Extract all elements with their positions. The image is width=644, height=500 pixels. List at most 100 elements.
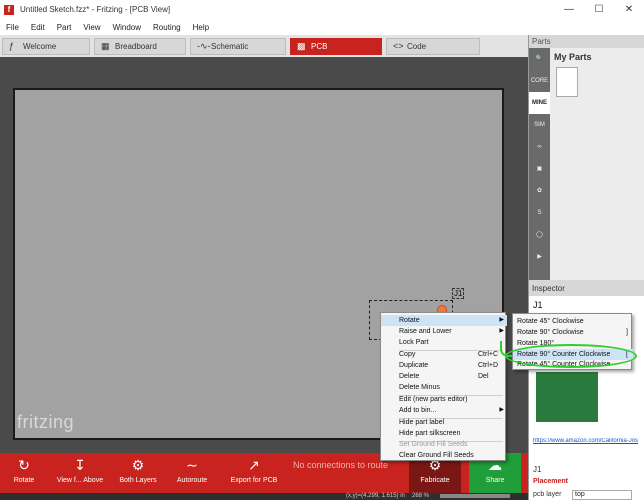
menu-item-delete-minus-label: Delete Minus bbox=[399, 384, 440, 391]
rotate-90-cw-label: Rotate 90° Clockwise bbox=[517, 329, 584, 336]
tab-pcb-label: PCB bbox=[311, 42, 328, 51]
pcb-layer-select[interactable]: top bbox=[572, 490, 632, 500]
maximize-icon[interactable]: ☐ bbox=[584, 0, 614, 19]
menu-item-clear-ground-fill-seeds-label: Clear Ground Fill Seeds bbox=[399, 452, 474, 459]
menu-item-lock-part-label: Lock Part bbox=[399, 339, 429, 346]
fritzing-bin-icon[interactable]: ▣ bbox=[529, 158, 550, 180]
inspector-part-title: J1 bbox=[533, 300, 543, 310]
both-layers-label: Both Layers bbox=[119, 477, 157, 484]
rotate-icon: ↻ bbox=[18, 457, 30, 473]
tab-code[interactable]: <> Code bbox=[386, 38, 480, 55]
export-for-pcb-button[interactable]: ↗ Export for PCB bbox=[224, 453, 284, 493]
part-context-menu: Rotate ▶ Raise and Lower ▶ Lock Part Cop… bbox=[380, 312, 507, 461]
menu-item-copy[interactable]: Copy Ctrl+C bbox=[381, 349, 507, 360]
both-layers-button[interactable]: ⚙ Both Layers bbox=[114, 453, 162, 493]
intel-icon[interactable]: ◯ bbox=[529, 224, 550, 246]
bin-core[interactable]: CORE bbox=[529, 70, 550, 92]
cursor-coordinates: (x,y)=(4.299, 1.615) in bbox=[346, 493, 405, 499]
search-icon[interactable]: 🔍 bbox=[529, 48, 550, 70]
tab-welcome[interactable]: ƒ Welcome bbox=[2, 38, 90, 55]
menu-item-hide-part-label-label: Hide part label bbox=[399, 419, 445, 426]
menu-item-raise-lower-label: Raise and Lower bbox=[399, 328, 452, 335]
view-tab-bar: ƒ Welcome ▦ Breadboard -∿- Schematic ▩ P… bbox=[0, 35, 528, 57]
view-from-above-icon: ↧ bbox=[74, 457, 86, 473]
tab-code-label: Code bbox=[407, 42, 427, 51]
view-from-above-button[interactable]: ↧ View f... Above bbox=[52, 453, 108, 493]
menu-item-duplicate[interactable]: Duplicate Ctrl+D bbox=[381, 360, 507, 371]
menu-item-rotate-45-cw[interactable]: Rotate 45° Clockwise bbox=[513, 316, 633, 327]
menu-item-rotate-label: Rotate bbox=[399, 317, 420, 324]
autoroute-label: Autoroute bbox=[176, 477, 208, 484]
menu-item-lock-part[interactable]: Lock Part bbox=[381, 337, 507, 348]
menu-item-add-to-bin-label: Add to bin... bbox=[399, 407, 437, 414]
my-parts-title: My Parts bbox=[554, 52, 592, 62]
sparkfun-icon[interactable]: S bbox=[529, 202, 550, 224]
share-label: Share bbox=[485, 477, 505, 484]
autoroute-button[interactable]: ∼ Autoroute bbox=[168, 453, 216, 493]
export-icon: ↗ bbox=[248, 457, 260, 473]
view-from-above-label: View f... Above bbox=[56, 477, 104, 484]
bin-sim[interactable]: SIM bbox=[529, 114, 550, 136]
tab-schematic-label: Schematic bbox=[211, 42, 249, 51]
placement-section-header[interactable]: Placement bbox=[533, 478, 568, 485]
menu-item-rotate[interactable]: Rotate ▶ bbox=[381, 315, 507, 326]
menu-item-clear-ground-fill-seeds[interactable]: Clear Ground Fill Seeds bbox=[381, 450, 507, 461]
menu-window[interactable]: Window bbox=[107, 23, 147, 32]
rotate-button[interactable]: ↻ Rotate bbox=[4, 453, 44, 493]
menu-item-hide-part-silkscreen[interactable]: Hide part silkscreen bbox=[381, 428, 507, 439]
rotate-label: Rotate bbox=[13, 477, 35, 484]
rotate-45-cw-label: Rotate 45° Clockwise bbox=[517, 318, 584, 325]
menu-file[interactable]: File bbox=[0, 23, 25, 32]
autoroute-icon: ∼ bbox=[186, 457, 198, 473]
menu-item-rotate-90-cw[interactable]: Rotate 90° Clockwise ] bbox=[513, 327, 633, 338]
parts-panel-header: Parts bbox=[532, 37, 551, 46]
minimize-icon[interactable]: — bbox=[554, 0, 584, 19]
tab-breadboard[interactable]: ▦ Breadboard bbox=[94, 38, 186, 55]
menu-item-edit-parts-editor-label: Edit (new parts editor) bbox=[399, 396, 468, 403]
tab-schematic[interactable]: -∿- Schematic bbox=[190, 38, 286, 55]
routing-status-message: No connections to route bbox=[293, 460, 389, 470]
menu-part[interactable]: Part bbox=[51, 23, 78, 32]
pcb-icon: ▩ bbox=[297, 41, 306, 51]
menu-item-delete[interactable]: Delete Del bbox=[381, 371, 507, 382]
menu-item-hide-part-label[interactable]: Hide part label bbox=[381, 417, 507, 428]
menu-item-edit-parts-editor[interactable]: Edit (new parts editor) bbox=[381, 394, 507, 405]
tab-pcb[interactable]: ▩ PCB bbox=[290, 38, 382, 55]
copy-shortcut: Ctrl+C bbox=[478, 351, 499, 358]
menu-item-delete-minus[interactable]: Delete Minus bbox=[381, 382, 507, 393]
part-thumbnail[interactable] bbox=[556, 67, 578, 97]
menu-item-copy-label: Copy bbox=[399, 351, 416, 358]
inspector-header: Inspector bbox=[532, 284, 565, 293]
duplicate-shortcut: Ctrl+D bbox=[478, 362, 499, 369]
fritzing-icon: ƒ bbox=[9, 41, 15, 51]
bin-mine[interactable]: MINE bbox=[529, 92, 550, 114]
part-label-j1[interactable]: J1 bbox=[452, 288, 465, 299]
submenu-arrow-icon: ▶ bbox=[499, 328, 504, 334]
menu-routing[interactable]: Routing bbox=[147, 23, 187, 32]
zoom-level: 268 % bbox=[412, 493, 430, 499]
title-bar: f Untitled Sketch.fzz* - Fritzing - [PCB… bbox=[0, 0, 644, 19]
parts-bin-list: 🔍 CORE MINE SIM ∞ ▣ ✿ S ◯ ▶ bbox=[529, 48, 550, 280]
menu-item-add-to-bin[interactable]: Add to bin... ▶ bbox=[381, 405, 507, 416]
part-image bbox=[536, 372, 598, 422]
part-url-link[interactable]: https://www.amazon.com/California-Jos bbox=[533, 438, 641, 444]
code-icon: <> bbox=[393, 41, 404, 51]
menu-item-hide-part-silkscreen-label: Hide part silkscreen bbox=[399, 430, 461, 437]
tab-welcome-label: Welcome bbox=[23, 42, 57, 51]
seeed-icon[interactable]: ✿ bbox=[529, 180, 550, 202]
picaxe-icon[interactable]: ▶ bbox=[529, 246, 550, 268]
menu-item-raise-lower[interactable]: Raise and Lower ▶ bbox=[381, 326, 507, 337]
close-icon[interactable]: ✕ bbox=[614, 0, 644, 19]
pcb-layer-label: pcb layer bbox=[533, 491, 562, 498]
menu-item-duplicate-label: Duplicate bbox=[399, 362, 429, 369]
menu-bar: File Edit Part View Window Routing Help bbox=[0, 19, 644, 35]
fritzing-watermark: fritzing bbox=[17, 412, 75, 432]
menu-help[interactable]: Help bbox=[187, 23, 215, 32]
menu-edit[interactable]: Edit bbox=[25, 23, 51, 32]
inspector-part-label: J1 bbox=[533, 465, 542, 474]
fritzing-app-icon: f bbox=[4, 4, 14, 15]
menu-view[interactable]: View bbox=[77, 23, 106, 32]
submenu-arrow-icon: ▶ bbox=[499, 407, 504, 413]
zoom-slider[interactable] bbox=[440, 494, 510, 498]
arduino-icon[interactable]: ∞ bbox=[529, 136, 550, 158]
